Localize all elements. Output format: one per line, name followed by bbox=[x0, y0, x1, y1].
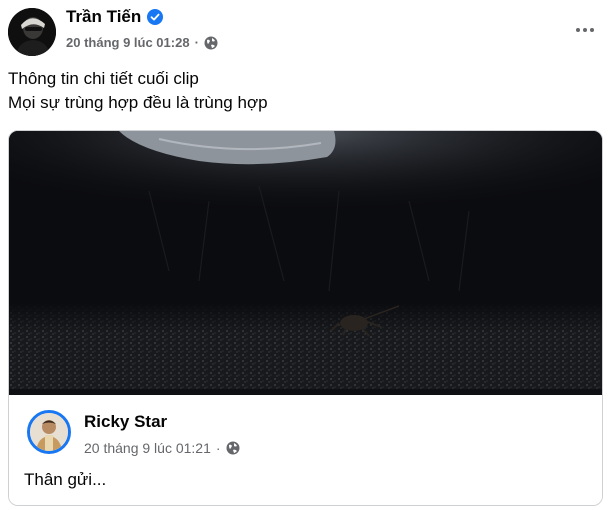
author-avatar[interactable] bbox=[8, 8, 56, 56]
verified-badge-icon bbox=[147, 9, 164, 25]
post-header: Trần Tiến 20 tháng 9 lúc 01:28 · bbox=[0, 0, 612, 64]
video-player[interactable] bbox=[9, 131, 602, 395]
globe-icon[interactable] bbox=[226, 441, 240, 455]
shared-post-text: Thân gửi... bbox=[24, 470, 107, 489]
post-text-line: Mọi sự trùng hợp đều là trùng hợp bbox=[8, 93, 268, 112]
shared-author-avatar[interactable] bbox=[27, 410, 71, 454]
shared-author-name[interactable]: Ricky Star bbox=[84, 412, 167, 432]
post-text: Thông tin chi tiết cuối clip Mọi sự trùn… bbox=[8, 67, 268, 115]
author-name[interactable]: Trần Tiến bbox=[66, 7, 141, 27]
post-text-line: Thông tin chi tiết cuối clip bbox=[8, 69, 199, 88]
meta-separator: · bbox=[215, 440, 221, 456]
post-timestamp[interactable]: 20 tháng 9 lúc 01:28 bbox=[66, 35, 190, 50]
more-options-icon[interactable] bbox=[568, 14, 602, 46]
shared-post-meta: 20 tháng 9 lúc 01:21 · bbox=[84, 440, 240, 456]
globe-icon[interactable] bbox=[204, 36, 218, 50]
post-meta: 20 tháng 9 lúc 01:28 · bbox=[66, 35, 218, 50]
shared-post-timestamp[interactable]: 20 tháng 9 lúc 01:21 bbox=[84, 440, 211, 456]
shared-post-card[interactable]: Ricky Star 20 tháng 9 lúc 01:21 · Thân g… bbox=[8, 130, 603, 506]
shared-post-footer: Ricky Star 20 tháng 9 lúc 01:21 · Thân g… bbox=[9, 396, 602, 505]
meta-separator: · bbox=[194, 35, 199, 50]
